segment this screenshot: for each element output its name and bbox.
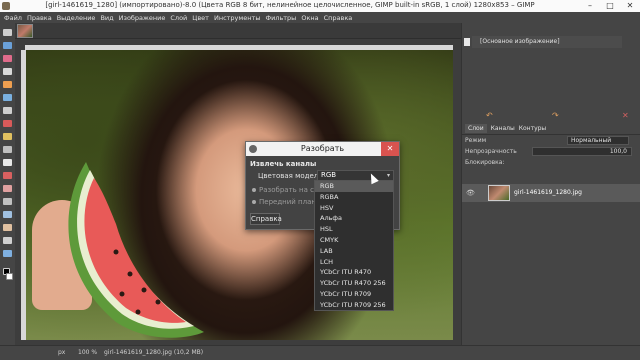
unit-select[interactable]: px xyxy=(58,349,65,356)
right-dock: [Основное изображение] ↶ ↷ ✕ Слои Каналы… xyxy=(461,23,640,357)
menu-image[interactable]: Изображение xyxy=(119,14,166,22)
close-window-button[interactable]: ✕ xyxy=(622,0,638,12)
mode-select[interactable]: Нормальный xyxy=(567,136,629,145)
dropdown-item-rgba[interactable]: RGBA xyxy=(315,192,393,203)
zoom-select[interactable]: 100 % xyxy=(78,349,97,356)
dropdown-item-lab[interactable]: LAB xyxy=(315,246,393,257)
color-model-dropdown: RGB RGBA HSV Альфа HSL CMYK LAB LCH YCbC… xyxy=(314,180,394,311)
tab-channels[interactable]: Каналы xyxy=(491,125,515,132)
dropdown-item-ycbcr-470-256[interactable]: YCbCr ITU R470 256 xyxy=(315,278,393,289)
heal-tool-icon[interactable] xyxy=(3,211,12,218)
clear-history-icon[interactable]: ✕ xyxy=(622,111,629,120)
dropdown-item-cmyk[interactable]: CMYK xyxy=(315,235,393,246)
dropdown-item-ycbcr-470[interactable]: YCbCr ITU R470 xyxy=(315,267,393,278)
menu-bar: Файл Правка Выделение Вид Изображение Сл… xyxy=(0,12,640,23)
image-tab-thumbnail[interactable] xyxy=(17,24,33,38)
mode-value: Нормальный xyxy=(571,137,612,144)
document-icon xyxy=(464,38,470,46)
layer-row[interactable]: 👁 girl-1461619_1280.jpg xyxy=(462,184,640,202)
background-color-swatch[interactable] xyxy=(6,273,13,280)
color-model-label: Цветовая модель: xyxy=(258,172,325,180)
history-item[interactable]: [Основное изображение] xyxy=(472,36,622,48)
dialog-close-button[interactable]: ✕ xyxy=(381,142,399,156)
dialog-app-icon xyxy=(249,145,257,153)
dodge-burn-tool-icon[interactable] xyxy=(3,237,12,244)
menu-edit[interactable]: Правка xyxy=(27,14,52,22)
color-picker-tool-icon[interactable] xyxy=(3,133,12,140)
opacity-label: Непрозрачность xyxy=(465,148,517,155)
move-tool-icon[interactable] xyxy=(3,29,12,36)
status-bar: px 100 % girl-1461619_1280.jpg (10,2 МВ) xyxy=(0,345,640,360)
radio-dot-icon xyxy=(252,188,256,192)
radio-dot-icon xyxy=(252,200,256,204)
menu-windows[interactable]: Окна xyxy=(301,14,318,22)
image-tabs xyxy=(15,23,461,39)
dropdown-item-alpha[interactable]: Альфа xyxy=(315,213,393,224)
menu-color[interactable]: Цвет xyxy=(192,14,209,22)
dialog-title: Разобрать xyxy=(300,144,345,153)
bucket-fill-tool-icon[interactable] xyxy=(3,159,12,166)
visibility-eye-icon[interactable]: 👁 xyxy=(466,189,475,197)
menu-tools[interactable]: Инструменты xyxy=(214,14,261,22)
chevron-down-icon: ▾ xyxy=(386,172,390,179)
watermelon-slice xyxy=(68,162,204,338)
paintbrush-tool-icon[interactable] xyxy=(3,172,12,179)
menu-layer[interactable]: Слой xyxy=(170,14,187,22)
opacity-field[interactable]: 100,0 xyxy=(532,147,632,156)
undo-icon[interactable]: ↶ xyxy=(486,111,493,120)
minimize-button[interactable]: – xyxy=(582,0,598,12)
fuzzy-select-tool-icon[interactable] xyxy=(3,68,12,75)
eraser-tool-icon[interactable] xyxy=(3,185,12,192)
tab-paths[interactable]: Контуры xyxy=(519,125,546,132)
menu-view[interactable]: Вид xyxy=(100,14,113,22)
warp-tool-icon[interactable] xyxy=(3,107,12,114)
dropdown-item-rgb[interactable]: RGB xyxy=(315,181,393,192)
layer-thumbnail xyxy=(488,185,510,201)
dropdown-item-lch[interactable]: LCH xyxy=(315,257,393,268)
dropdown-item-hsl[interactable]: HSL xyxy=(315,224,393,235)
title-bar: [girl-1461619_1280] (импортировано)-8.0 … xyxy=(0,0,640,12)
free-select-tool-icon[interactable] xyxy=(3,55,12,62)
mode-label: Режим xyxy=(465,137,487,144)
dropdown-item-hsv[interactable]: HSV xyxy=(315,203,393,214)
dialog-heading: Извлечь каналы xyxy=(250,160,317,168)
dropdown-item-ycbcr-709-256[interactable]: YCbCr ITU R709 256 xyxy=(315,300,393,311)
redo-icon[interactable]: ↷ xyxy=(552,111,559,120)
menu-help[interactable]: Справка xyxy=(324,14,353,22)
menu-filters[interactable]: Фильтры xyxy=(265,14,296,22)
opacity-value: 100,0 xyxy=(609,148,627,155)
layers-dock-tabs: Слои Каналы Контуры xyxy=(462,123,640,135)
zoom-tool-icon[interactable] xyxy=(3,250,12,257)
file-info: girl-1461619_1280.jpg (10,2 МВ) xyxy=(104,349,204,356)
rect-select-tool-icon[interactable] xyxy=(3,42,12,49)
layer-name[interactable]: girl-1461619_1280.jpg xyxy=(514,189,582,196)
menu-file[interactable]: Файл xyxy=(4,14,22,22)
window-controls: – □ ✕ xyxy=(582,0,638,12)
dialog-title-bar: Разобрать ✕ xyxy=(246,142,399,156)
help-button[interactable]: Справка xyxy=(250,213,282,225)
window-title: [girl-1461619_1280] (импортировано)-8.0 … xyxy=(45,1,535,9)
color-model-value: RGB xyxy=(321,171,337,179)
tab-layers[interactable]: Слои xyxy=(465,124,487,133)
crop-tool-icon[interactable] xyxy=(3,81,12,88)
toolbox xyxy=(0,23,15,345)
dropdown-item-ycbcr-709[interactable]: YCbCr ITU R709 xyxy=(315,289,393,300)
text-tool-icon[interactable] xyxy=(3,146,12,153)
transform-tool-icon[interactable] xyxy=(3,94,12,101)
paths-tool-icon[interactable] xyxy=(3,120,12,127)
smudge-tool-icon[interactable] xyxy=(3,224,12,231)
lock-label: Блокировка: xyxy=(465,159,505,166)
menu-select[interactable]: Выделение xyxy=(57,14,96,22)
maximize-button[interactable]: □ xyxy=(602,0,618,12)
clone-tool-icon[interactable] xyxy=(3,198,12,205)
